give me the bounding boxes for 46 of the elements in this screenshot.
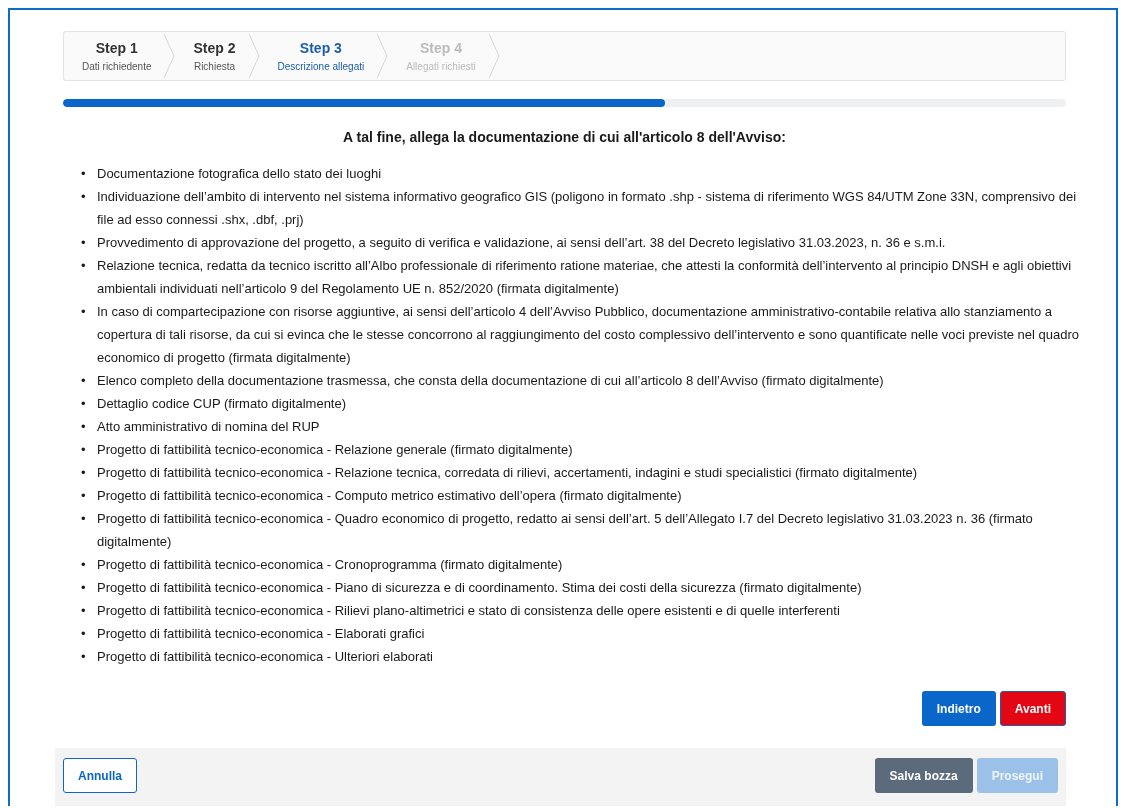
bullet: •: [81, 165, 87, 183]
bullet: •: [81, 395, 87, 413]
nav-button[interactable]: Indietro: [921, 691, 996, 726]
section-heading: A tal fine, allega la documentazione di cui all'articolo 8 dell'Avviso:: [342, 129, 787, 145]
bullet: •: [81, 188, 87, 206]
chevron-icon: [163, 34, 176, 78]
bullet: •: [81, 602, 87, 620]
bullet: •: [81, 303, 87, 321]
bullet: •: [81, 418, 87, 436]
list-item: Progetto di fattibilità tecnico-economica - Quadro economico di progetto, redatto ai sensi dell’art. 5 dell’Allegato I.7 del Decreto legislativo 31.03.2023 n. 36 (firmato digitalmente): [97, 510, 1034, 551]
bullet: •: [81, 625, 87, 643]
list-item: Progetto di fattibilità tecnico-economica - Computo metrico estimativo dell’opera (firmato digitalmente): [97, 487, 683, 505]
bullet: •: [81, 579, 87, 597]
bullet: •: [81, 464, 87, 482]
chevron-icon: [247, 34, 260, 78]
list-item: Progetto di fattibilità tecnico-economica - Piano di sicurezza e di coordinamento. Stima dei costi della sicurezza (firmato digitalmente): [97, 579, 863, 597]
list-item: Progetto di fattibilità tecnico-economica - Relazione generale (firmato digitalmente): [97, 441, 574, 459]
cancel-button[interactable]: Annulla: [63, 758, 137, 793]
list-item: Progetto di fattibilità tecnico-economica - Relazione tecnica, corredata di rilievi, accertamenti, indagini e studi specialistici (firmato digitalmente): [97, 464, 919, 482]
list-item: In caso di compartecipazione con risorse aggiuntive, ai sensi dell’articolo 4 dell’Avviso Pubblico, documentazione amministrativo-contabile relativa allo stanziamento a copertura di tali risorse, da cui si evinca che le stesse concorrono al raggiungimento del costo complessivo dell’intervento e sono quantificate nelle voci previste nel quadro economico di progetto (firmata digitalmente): [97, 303, 1081, 367]
step-tab[interactable]: Step 1 Dati richiedente: [64, 32, 176, 80]
step-tab[interactable]: Step 3 Descrizione allegati: [259, 32, 389, 80]
list-item: Progetto di fattibilità tecnico-economica - Ulteriori elaborati: [97, 648, 434, 666]
bullet: •: [81, 648, 87, 666]
chevron-icon: [487, 34, 500, 78]
list-item: Provvedimento di approvazione del progetto, a seguito di verifica e validazione, ai sensi dell’art. 38 del Decreto legislativo 31.03.2023, n. 36 e s.m.i.: [97, 234, 947, 252]
list-item: Progetto di fattibilità tecnico-economica - Cronoprogramma (firmato digitalmente): [97, 556, 564, 574]
bullet: •: [81, 510, 87, 528]
bullet: •: [81, 487, 87, 505]
bullet: •: [81, 372, 87, 390]
list-item: Progetto di fattibilità tecnico-economica - Elaborati grafici: [97, 625, 426, 643]
bullet: •: [81, 556, 87, 574]
list-item: Atto amministrativo di nomina del RUP: [97, 418, 321, 436]
bullet: •: [81, 234, 87, 252]
list-item: Documentazione fotografica dello stato dei luoghi: [97, 165, 382, 183]
step-tab[interactable]: Step 2 Richiesta: [175, 32, 260, 80]
list-item: Dettaglio codice CUP (firmato digitalmente): [97, 395, 348, 413]
bullet: •: [81, 257, 87, 275]
chevron-icon: [376, 34, 389, 78]
nav-button[interactable]: Avanti: [999, 691, 1066, 726]
list-item: Elenco completo della documentazione trasmessa, che consta della documentazione di cui all’articolo 8 dell’Avviso (firmato digitalmente): [97, 372, 885, 390]
bullet: •: [81, 441, 87, 459]
list-item: Progetto di fattibilità tecnico-economica - Rilievi plano-altimetrici e stato di consistenza delle opere esistenti e di quelle interferenti: [97, 602, 841, 620]
list-item: Relazione tecnica, redatta da tecnico iscritto all’Albo professionale di riferimento ratione materiae, che attesti la conformità dell’intervento al principio DNSH e agli obiettivi ambientali individuati nell’articolo 9 del Regolamento UE n. 852/2020 (firmata digitalmente): [97, 257, 1073, 298]
action-button[interactable]: Salva bozza: [874, 758, 973, 793]
list-item: Individuazione dell’ambito di intervento nel sistema informativo geografico GIS (poligono in formato .shp - sistema di riferimento WGS 84/UTM Zone 33N, comprensivo dei file ad esso connessi .shx, .dbf, .prj): [97, 188, 1078, 229]
